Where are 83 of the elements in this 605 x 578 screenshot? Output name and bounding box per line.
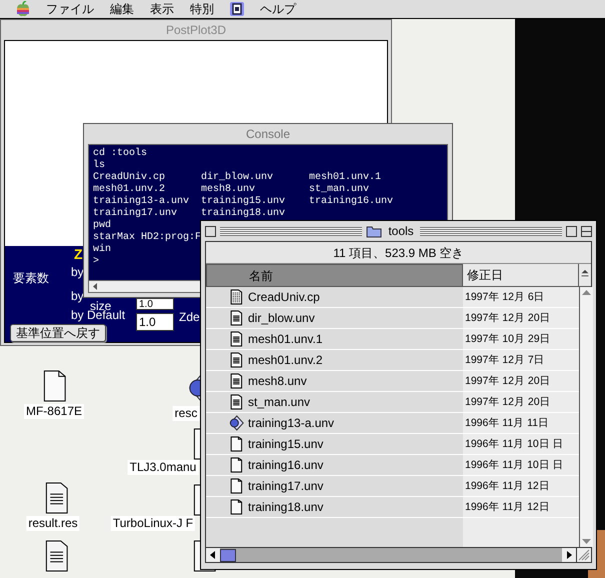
console-text: training13-a.unv — [93, 196, 190, 208]
icon-label[interactable]: MF-8617E — [24, 404, 84, 419]
console-text: training16.unv — [309, 196, 394, 208]
status-text: 11 項目、523.9 MB 空き — [206, 242, 591, 264]
modified-date: 1996年 11月 10日 日 — [465, 438, 564, 450]
text-document-icon — [228, 310, 244, 326]
file-name[interactable]: training15.unv — [248, 438, 324, 450]
modified-date: 1997年 10月 29日 — [465, 334, 551, 344]
console-text: ls — [93, 160, 106, 172]
file-name[interactable]: training13-a.unv — [248, 417, 334, 429]
apple-menu-icon — [16, 1, 30, 17]
modified-date: 1996年 11月 12日 — [465, 480, 550, 492]
file-name[interactable]: st_man.unv — [248, 396, 310, 408]
menu-item[interactable]: 表示 — [150, 3, 174, 15]
modified-date: 1996年 11月 11日 — [465, 418, 549, 428]
zoom-box[interactable] — [566, 226, 578, 236]
text-document-icon — [228, 394, 244, 410]
console-text: training18.unv — [201, 208, 286, 220]
console-text: mesh8.unv — [201, 184, 256, 196]
document-icon — [228, 436, 244, 452]
input-field[interactable]: 1.0 — [136, 298, 174, 310]
text-document-icon — [228, 289, 244, 305]
console-text: cd :tools — [93, 148, 148, 160]
document-icon — [228, 499, 244, 515]
console-text: CreadUniv.cp — [93, 172, 166, 184]
menu-item[interactable]: ファイル — [46, 3, 94, 15]
modified-date: 1997年 12月 20日 — [465, 396, 551, 408]
close-box[interactable] — [205, 226, 216, 236]
application-menu-icon — [230, 2, 244, 16]
text-document-icon — [228, 352, 244, 368]
panel-label: by — [71, 266, 84, 278]
file-name[interactable]: mesh8.unv — [248, 375, 307, 387]
console-text: pwd — [93, 220, 112, 232]
file-name[interactable]: training16.unv — [248, 459, 324, 471]
window-title: PostPlot3D — [164, 22, 228, 39]
panel-label: by Default — [71, 309, 126, 321]
panel-label: Zde — [179, 311, 200, 323]
document-icon — [228, 457, 244, 473]
application-icon — [228, 415, 244, 431]
console-text: mesh01.unv.1 — [309, 172, 382, 184]
console-text: win — [93, 244, 112, 256]
folder-icon — [366, 224, 382, 238]
console-text: st_man.unv — [309, 184, 370, 196]
reset-position-button[interactable]: 基準位置へ戻す — [10, 324, 106, 342]
icon-label[interactable]: TurboLinux-J F — [110, 516, 196, 531]
menu-item[interactable]: ヘルプ — [260, 3, 296, 15]
console-text: training17.unv — [93, 208, 178, 220]
file-name[interactable]: training17.unv — [248, 480, 324, 492]
modified-date: 1997年 12月 20日 — [465, 312, 551, 324]
file-name[interactable]: training18.unv — [248, 501, 324, 513]
icon-label[interactable]: result.res — [26, 516, 80, 531]
input-field[interactable]: 1.0 — [136, 313, 174, 331]
modified-date: 1996年 11月 10日 日 — [465, 460, 564, 470]
modified-date: 1997年 12月 20日 — [465, 376, 551, 386]
console-text: dir_blow.unv — [201, 172, 274, 184]
menu-item[interactable]: 特別 — [190, 3, 214, 15]
icon-label[interactable]: TLJ3.0manu — [128, 460, 198, 475]
window-title: Console — [244, 126, 292, 143]
panel-label: by — [71, 290, 84, 302]
panel-label: 要素数 — [13, 272, 49, 284]
text-document-icon — [228, 373, 244, 389]
file-name[interactable]: mesh01.unv.1 — [248, 333, 322, 345]
console-text: mesh01.unv.2 — [93, 184, 166, 196]
document-icon — [228, 478, 244, 494]
file-name[interactable]: mesh01.unv.2 — [248, 354, 322, 366]
scroll-thumb[interactable] — [220, 548, 236, 562]
icon-label[interactable]: resc — [172, 406, 200, 421]
file-name[interactable]: CreadUniv.cp — [248, 291, 320, 303]
collapse-box[interactable] — [581, 226, 592, 236]
modified-date: 1997年 12月 7日 — [465, 354, 545, 366]
console-text: training15.unv — [201, 196, 286, 208]
column-header[interactable]: 名前 — [206, 264, 463, 286]
console-text: > — [93, 256, 100, 268]
panel-heading: Z — [74, 247, 83, 261]
modified-date: 1996年 11月 12日 — [465, 502, 550, 512]
menu-item[interactable]: 編集 — [110, 3, 134, 15]
console-text: starMax HD2:prog:F — [93, 232, 201, 244]
modified-date: 1997年 12月 6日 — [465, 292, 545, 302]
column-header[interactable]: 修正日 — [463, 264, 579, 286]
text-document-icon — [228, 331, 244, 347]
window-title: tools — [387, 225, 415, 237]
file-name[interactable]: dir_blow.unv — [248, 312, 315, 324]
panel-label: size — [90, 300, 112, 312]
